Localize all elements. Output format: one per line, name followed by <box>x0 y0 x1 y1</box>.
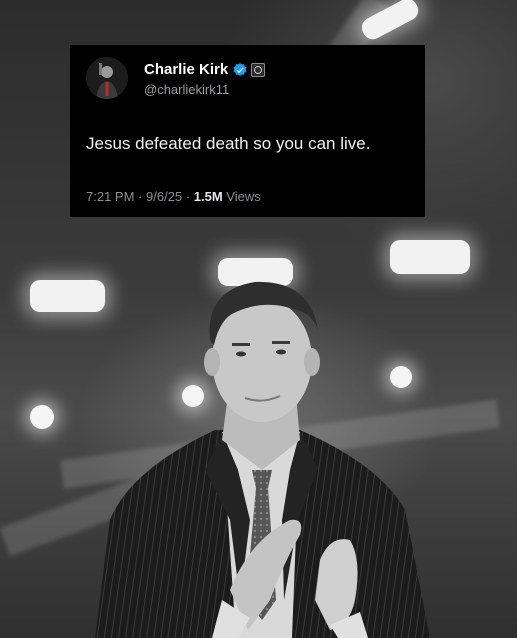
avatar-image <box>86 57 128 99</box>
tweet-text: Jesus defeated death so you can live. <box>86 134 371 153</box>
tweet-time[interactable]: 7:21 PM <box>86 189 134 204</box>
views-label: Views <box>226 189 261 204</box>
tweet-meta: 7:21 PM · 9/6/25 · 1.5M Views <box>86 189 261 204</box>
tweet-date[interactable]: 9/6/25 <box>146 189 182 204</box>
verified-badge-icon <box>233 62 247 76</box>
views-count: 1.5M <box>193 189 223 204</box>
author-row: Charlie Kirk <box>144 61 266 78</box>
affiliation-badge-icon[interactable] <box>251 62 266 77</box>
tweet-card[interactable]: Charlie Kirk @charliekirk11 Jesus defeat… <box>70 45 425 217</box>
meta-separator: · <box>185 189 191 204</box>
author-name[interactable]: Charlie Kirk <box>144 61 228 78</box>
avatar[interactable] <box>86 57 128 99</box>
meta-separator: · <box>138 189 143 204</box>
author-handle[interactable]: @charliekirk11 <box>144 82 229 97</box>
